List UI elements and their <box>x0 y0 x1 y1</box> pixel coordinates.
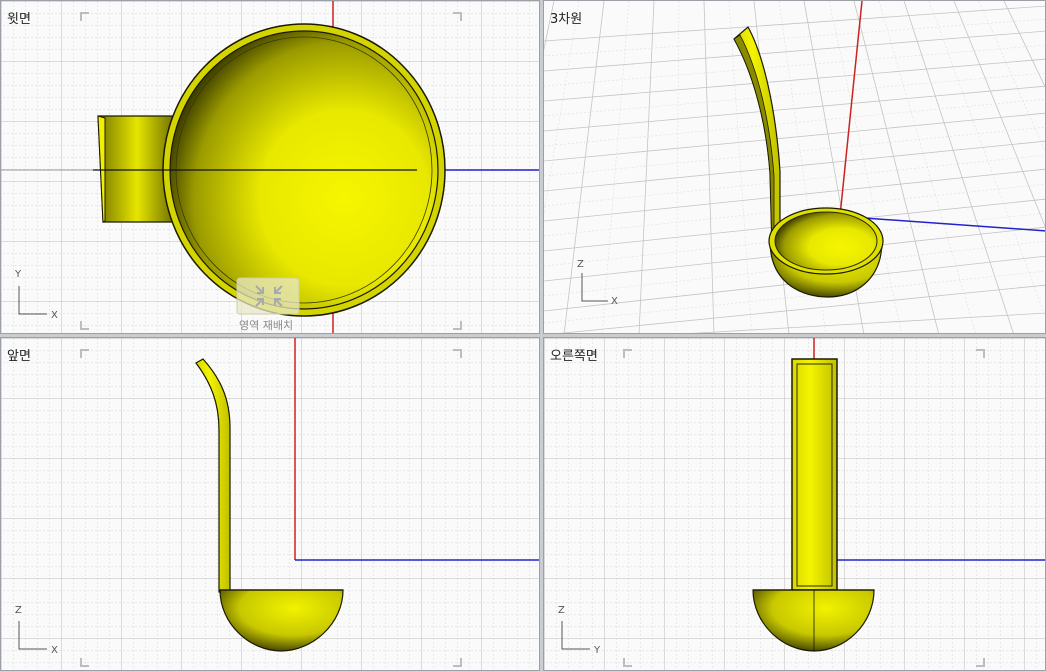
viewport-title-top: 윗면 <box>7 12 31 27</box>
viewport-top-canvas[interactable] <box>1 1 540 334</box>
viewport-front-canvas[interactable] <box>1 338 540 671</box>
viewport-perspective-canvas[interactable] <box>544 1 1046 334</box>
viewport-front[interactable]: 앞면 Z X <box>0 337 540 671</box>
axis-label-y: Y <box>15 269 22 280</box>
viewport-title-front: 앞면 <box>7 349 31 364</box>
viewport-title-right: 오른쪽면 <box>550 349 598 364</box>
axis-label-z: Z <box>577 259 584 270</box>
axis-label-x: X <box>611 296 618 307</box>
area-rearrange-label: 영역 재배치 <box>239 319 294 332</box>
viewport-title-perspective: 3차원 <box>550 12 583 27</box>
viewport-right-canvas[interactable] <box>544 338 1046 671</box>
axis-label-y: Y <box>594 645 601 656</box>
axis-label-x: X <box>51 645 58 656</box>
axis-label-z: Z <box>558 605 565 616</box>
axis-label-z: Z <box>15 605 22 616</box>
viewport-perspective[interactable]: 3차원 Z X <box>543 0 1046 334</box>
viewport-right[interactable]: 오른쪽면 Z Y <box>543 337 1046 671</box>
area-rearrange-icon[interactable] <box>236 277 300 315</box>
axis-label-x: X <box>51 310 58 321</box>
viewport-top[interactable]: 윗면 Y X 영역 재배치 <box>0 0 540 334</box>
